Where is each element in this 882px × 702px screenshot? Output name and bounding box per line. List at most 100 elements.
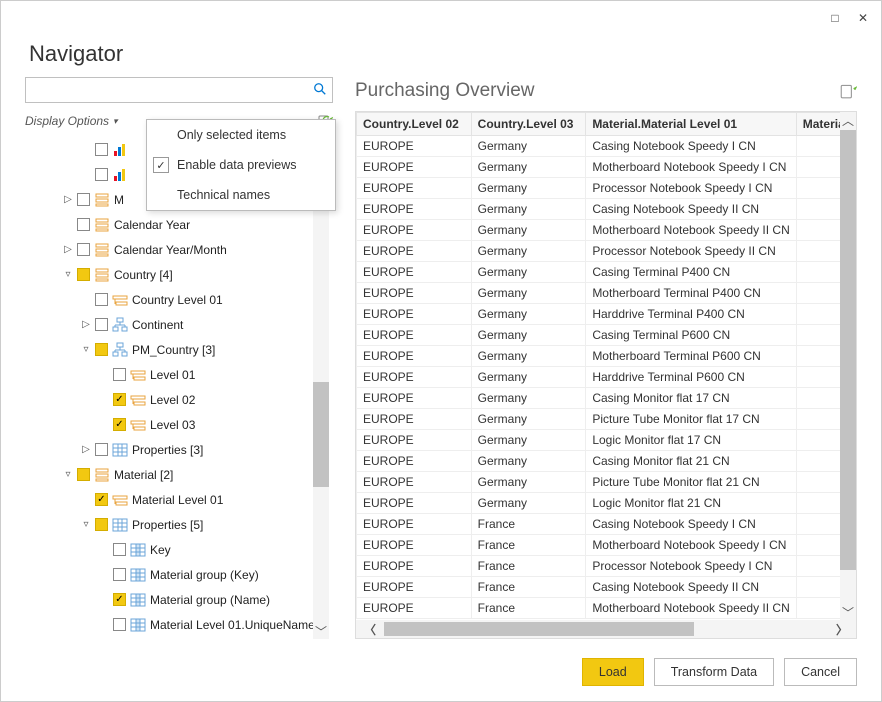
tree-node[interactable]: Material Level 01.UniqueName [25, 612, 329, 637]
tree-node[interactable]: Material Level 01 [25, 487, 329, 512]
tree-node[interactable]: Material group (Name) [25, 587, 329, 612]
table-row[interactable]: EUROPEGermanyProcessor Notebook Speedy I… [357, 241, 856, 262]
table-row[interactable]: EUROPEGermanyCasing Monitor flat 21 CN [357, 451, 856, 472]
tree-view[interactable]: ▷MCalendar Year▷Calendar Year/Month▿Coun… [25, 137, 333, 639]
grid-scroll-right-icon[interactable]: 〉 [830, 621, 854, 637]
column-header[interactable]: Material.Material Level 01 [586, 113, 796, 136]
tree-node[interactable]: Level 03 [25, 412, 329, 437]
expander-icon[interactable]: ▿ [61, 269, 75, 280]
grid-scroll-down-icon[interactable]: ﹀ [840, 604, 856, 620]
table-row[interactable]: EUROPEFranceMotherboard Notebook Speedy … [357, 535, 856, 556]
checkbox[interactable] [113, 418, 126, 431]
checkbox[interactable] [77, 243, 90, 256]
checkbox[interactable] [95, 518, 108, 531]
expander-icon[interactable]: ▿ [61, 469, 75, 480]
grid-scroll-left-icon[interactable]: 〈 [358, 621, 382, 637]
column-header[interactable]: Country.Level 03 [471, 113, 586, 136]
table-row[interactable]: EUROPEGermanyCasing Notebook Speedy II C… [357, 199, 856, 220]
table-row[interactable]: EUROPEFranceCasing Notebook Speedy I CN [357, 514, 856, 535]
checkbox[interactable] [113, 368, 126, 381]
tree-node-label: M [114, 193, 124, 207]
checkbox[interactable] [77, 193, 90, 206]
checkbox[interactable] [113, 393, 126, 406]
expander-icon[interactable]: ▷ [61, 194, 75, 205]
tree-node[interactable]: Country Level 01 [25, 287, 329, 312]
table-row[interactable]: EUROPEGermanyCasing Notebook Speedy I CN [357, 136, 856, 157]
tree-node[interactable]: ▷Calendar Year/Month [25, 237, 329, 262]
checkbox[interactable] [113, 593, 126, 606]
preview-refresh-icon[interactable] [839, 82, 857, 100]
expander-icon[interactable]: ▷ [79, 444, 93, 455]
tree-node[interactable]: Key [25, 537, 329, 562]
expander-icon[interactable]: ▷ [79, 319, 93, 330]
tree-node[interactable]: ▷Properties [3] [25, 437, 329, 462]
checkbox[interactable] [113, 618, 126, 631]
grid-hscroll-thumb[interactable] [384, 622, 694, 636]
checkbox[interactable] [95, 168, 108, 181]
hier-icon [94, 217, 110, 233]
tree-node[interactable]: ▿Material [2] [25, 462, 329, 487]
table-row[interactable]: EUROPEGermanyMotherboard Notebook Speedy… [357, 157, 856, 178]
tree-node[interactable]: ▿Properties [5] [25, 512, 329, 537]
expander-icon[interactable]: ▿ [79, 344, 93, 355]
column-header[interactable]: Country.Level 02 [357, 113, 472, 136]
tree-node[interactable]: Material group (Key) [25, 562, 329, 587]
grid-hscroll-track[interactable]: 〈 〉 [356, 620, 856, 638]
table-row[interactable]: EUROPEFranceMotherboard Notebook Speedy … [357, 598, 856, 619]
grid-scroll-up-icon[interactable]: ︿ [840, 112, 856, 128]
expander-icon[interactable]: ▿ [79, 519, 93, 530]
checkbox[interactable] [95, 143, 108, 156]
table-row[interactable]: EUROPEGermanyMotherboard Terminal P400 C… [357, 283, 856, 304]
table-row[interactable]: EUROPEFranceCasing Notebook Speedy II CN [357, 577, 856, 598]
table-row[interactable]: EUROPEGermanyMotherboard Notebook Speedy… [357, 220, 856, 241]
expander-icon[interactable]: ▷ [61, 244, 75, 255]
table-row[interactable]: EUROPEGermanyProcessor Notebook Speedy I… [357, 178, 856, 199]
table-row[interactable]: EUROPEGermanyHarddrive Terminal P600 CN [357, 367, 856, 388]
display-options-button[interactable]: Display Options ▾ [25, 114, 118, 128]
table-row[interactable]: EUROPEGermanyPicture Tube Monitor flat 2… [357, 472, 856, 493]
tree-scrollbar-thumb[interactable] [313, 382, 329, 487]
checkbox[interactable] [113, 568, 126, 581]
display-options-menu[interactable]: Only selected itemsEnable data previewsT… [146, 119, 336, 211]
search-input[interactable] [25, 77, 333, 103]
checkbox[interactable] [113, 543, 126, 556]
grid-vscroll-thumb[interactable] [840, 130, 856, 570]
tree-node[interactable]: Level 02 [25, 387, 329, 412]
table-row[interactable]: EUROPEGermanyCasing Terminal P600 CN [357, 325, 856, 346]
table-row[interactable]: EUROPEGermanyCasing Terminal P400 CN [357, 262, 856, 283]
table-row[interactable]: EUROPEGermanyCasing Monitor flat 17 CN [357, 388, 856, 409]
table-cell: Casing Monitor flat 21 CN [586, 451, 796, 472]
cancel-button[interactable]: Cancel [784, 658, 857, 686]
checkbox[interactable] [95, 493, 108, 506]
tree-scroll-down-icon[interactable]: ﹀ [313, 623, 329, 639]
table-row[interactable]: EUROPEGermanyLogic Monitor flat 21 CN [357, 493, 856, 514]
table-row[interactable]: EUROPEFranceProcessor Notebook Speedy I … [357, 556, 856, 577]
transform-data-button[interactable]: Transform Data [654, 658, 774, 686]
menu-item[interactable]: Enable data previews [147, 150, 335, 180]
checkbox[interactable] [77, 218, 90, 231]
load-button[interactable]: Load [582, 658, 644, 686]
maximize-button[interactable]: □ [821, 4, 849, 32]
menu-item[interactable]: Technical names [147, 180, 335, 210]
table-cell: Casing Notebook Speedy II CN [586, 577, 796, 598]
checkbox[interactable] [95, 443, 108, 456]
table-row[interactable]: EUROPEGermanyLogic Monitor flat 17 CN [357, 430, 856, 451]
search-icon[interactable] [313, 82, 327, 96]
tree-node[interactable]: ▿PM_Country [3] [25, 337, 329, 362]
menu-item[interactable]: Only selected items [147, 120, 335, 150]
table-row[interactable]: EUROPEGermanyHarddrive Terminal P400 CN [357, 304, 856, 325]
table-row[interactable]: EUROPEGermanyMotherboard Terminal P600 C… [357, 346, 856, 367]
tree-node[interactable]: ▷Continent [25, 312, 329, 337]
close-button[interactable]: ✕ [849, 4, 877, 32]
check-icon [153, 187, 169, 203]
tree-node[interactable]: ▿Country [4] [25, 262, 329, 287]
checkbox[interactable] [95, 293, 108, 306]
checkbox[interactable] [95, 318, 108, 331]
checkbox[interactable] [77, 268, 90, 281]
checkbox[interactable] [95, 343, 108, 356]
tree-node[interactable]: Level 01 [25, 362, 329, 387]
table-cell: Harddrive Terminal P600 CN [586, 367, 796, 388]
table-row[interactable]: EUROPEGermanyPicture Tube Monitor flat 1… [357, 409, 856, 430]
checkbox[interactable] [77, 468, 90, 481]
tree-node[interactable]: Calendar Year [25, 212, 329, 237]
